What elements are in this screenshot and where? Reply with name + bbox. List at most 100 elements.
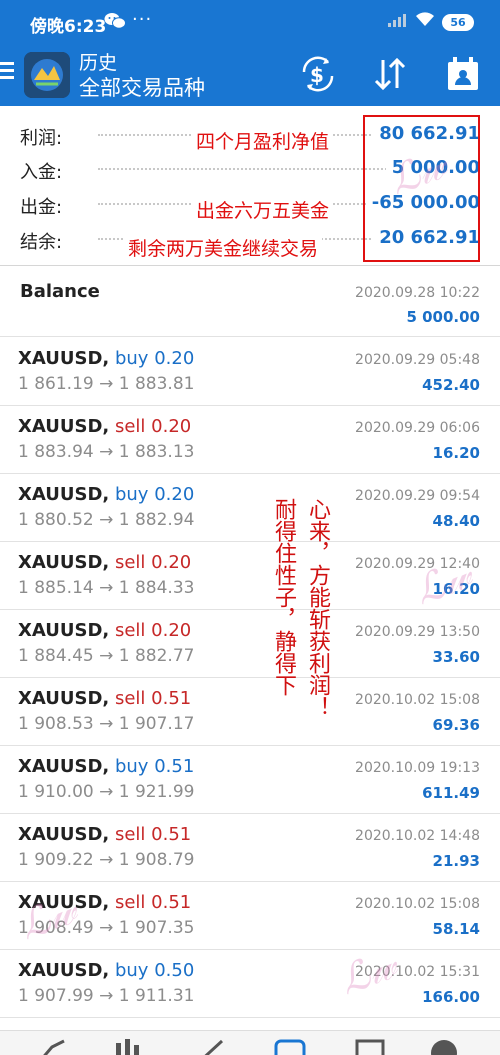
divider [98, 168, 398, 170]
deal-time: 2020.09.29 13:50 [355, 624, 480, 640]
deal-time: 2020.10.09 19:13 [355, 760, 480, 776]
deal-row[interactable]: XAUUSD, buy 0.51 1 910.00 → 1 921.99 2020.… [0, 746, 500, 814]
deal-time: 2020.09.29 05:48 [355, 352, 480, 368]
deal-row[interactable]: XAUUSD, buy 0.20 1 880.52 → 1 882.94 2020.… [0, 474, 500, 542]
deal-prices: 1 885.14 → 1 884.33 [18, 578, 195, 598]
deal-profit: 48.40 [432, 512, 480, 530]
deal-profit: 611.49 [422, 784, 480, 802]
page-title: 历史 [79, 52, 118, 74]
wechat-icon [104, 12, 126, 34]
deal-direction: sell [114, 416, 146, 437]
deal-time: 2020.09.29 09:54 [355, 488, 480, 504]
deal-header: XAUUSD, sell 0.51 [18, 824, 191, 845]
deal-time: 2020.10.02 14:48 [355, 828, 480, 844]
deal-row[interactable]: XAUUSD, sell 0.20 1 884.45 → 1 882.77 2020… [0, 610, 500, 678]
profit-annotation: 四个月盈利净值 [192, 127, 334, 154]
battery-indicator: 56 [442, 14, 474, 31]
trade-icon[interactable] [192, 1037, 228, 1055]
deal-header: XAUUSD, buy 0.51 [18, 756, 194, 777]
sort-icon[interactable] [370, 54, 410, 94]
more-notifications: ··· [132, 9, 153, 30]
chat-icon[interactable] [426, 1037, 462, 1055]
app-bar: 历史 全部交易品种 $ [0, 44, 500, 106]
deal-direction: sell [114, 892, 146, 913]
metatrader-logo [24, 52, 70, 98]
deal-header: XAUUSD, sell 0.20 [18, 416, 191, 437]
balance-annotation: 剩余两万美金继续交易 [124, 234, 323, 261]
deal-row[interactable]: XAUUSD, buy 0.20 1 861.19 → 1 883.81 2020.… [0, 338, 500, 406]
balance-label: Balance [20, 281, 100, 302]
deal-row[interactable]: XAUUSD, sell 0.20 1 883.94 → 1 883.13 2020… [0, 406, 500, 474]
deal-profit: 69.36 [432, 716, 480, 734]
status-bar: 傍晚6:23 ··· 56 [0, 0, 500, 44]
deal-prices: 1 883.94 → 1 883.13 [18, 442, 195, 462]
summary-label: 利润: [20, 128, 63, 149]
deal-time: 2020.10.02 15:08 [355, 692, 480, 708]
deal-prices: 1 861.19 → 1 883.81 [18, 374, 195, 394]
deal-profit: 33.60 [432, 648, 480, 666]
deal-time: 2020.09.29 06:06 [355, 420, 480, 436]
deal-volume: 0.51 [154, 756, 195, 777]
deal-direction: buy [114, 484, 149, 505]
deal-row[interactable]: XAUUSD, sell 0.51 1 908.53 → 1 907.17 2020… [0, 678, 500, 746]
currency-exchange-icon[interactable]: $ [298, 54, 338, 94]
deal-prices: 1 884.45 → 1 882.77 [18, 646, 195, 666]
deal-time: 2020.09.28 10:22 [355, 285, 480, 301]
deal-profit: 452.40 [422, 376, 480, 394]
news-icon[interactable] [352, 1037, 388, 1055]
balance-row[interactable]: Balance 2020.09.28 10:22 5 000.00 [0, 267, 500, 337]
deal-prices: 1 880.52 → 1 882.94 [18, 510, 195, 530]
deal-header: XAUUSD, buy 0.20 [18, 484, 194, 505]
deal-direction: buy [114, 756, 149, 777]
status-time: 傍晚6:23 [30, 17, 107, 37]
deal-symbol: XAUUSD, [18, 416, 110, 437]
deal-row[interactable]: XAUUSD, buy 0.50 1 907.99 → 1 911.31 2020.… [0, 950, 500, 1018]
summary-label: 入金: [20, 162, 63, 183]
history-icon[interactable] [272, 1037, 308, 1055]
deal-direction: buy [114, 960, 149, 981]
deal-header: XAUUSD, buy 0.50 [18, 960, 194, 981]
deal-volume: 0.51 [151, 688, 192, 709]
deal-volume: 0.20 [151, 620, 192, 641]
deal-symbol: XAUUSD, [18, 688, 110, 709]
deal-prices: 1 910.00 → 1 921.99 [18, 782, 195, 802]
deal-profit: 58.14 [432, 920, 480, 938]
deal-header: XAUUSD, sell 0.51 [18, 688, 191, 709]
withdraw-annotation: 出金六万五美金 [192, 196, 334, 223]
symbol-filter[interactable]: 全部交易品种 [79, 72, 205, 102]
deal-row[interactable]: XAUUSD, sell 0.51 1 909.22 → 1 908.79 2020… [0, 814, 500, 882]
deal-time: 2020.10.02 15:08 [355, 896, 480, 912]
deal-prices: 1 909.22 → 1 908.79 [18, 850, 195, 870]
bottom-nav [0, 1030, 500, 1055]
deal-symbol: XAUUSD, [18, 824, 110, 845]
menu-icon[interactable] [0, 58, 16, 88]
deal-volume: 0.50 [154, 960, 195, 981]
signal-icon [388, 13, 408, 31]
deal-direction: sell [114, 620, 146, 641]
deal-symbol: XAUUSD, [18, 348, 110, 369]
summary-label: 出金: [20, 197, 63, 218]
deal-symbol: XAUUSD, [18, 552, 110, 573]
summary-label: 结余: [20, 232, 63, 253]
deal-prices: 1 908.53 → 1 907.17 [18, 714, 195, 734]
vertical-annotation-left: 耐得住性子，静得下 [271, 498, 296, 696]
wifi-icon [414, 10, 436, 32]
deal-profit: 16.20 [432, 444, 480, 462]
deal-header: XAUUSD, sell 0.20 [18, 552, 191, 573]
vertical-annotation-right: 心来，方能斩获利润！ [305, 498, 330, 718]
deal-volume: 0.20 [154, 348, 195, 369]
chart-icon[interactable] [110, 1037, 146, 1055]
deal-volume: 0.20 [151, 552, 192, 573]
deal-direction: sell [114, 688, 146, 709]
deal-volume: 0.20 [151, 416, 192, 437]
deal-amount: 5 000.00 [406, 308, 480, 326]
deal-symbol: XAUUSD, [18, 756, 110, 777]
calendar-person-icon[interactable] [443, 54, 483, 94]
deal-prices: 1 907.99 → 1 911.31 [18, 986, 195, 1006]
quotes-icon[interactable] [34, 1037, 70, 1055]
deal-symbol: XAUUSD, [18, 960, 110, 981]
deal-direction: sell [114, 824, 146, 845]
deal-direction: sell [114, 552, 146, 573]
svg-text:$: $ [310, 63, 324, 87]
deal-profit: 21.93 [432, 852, 480, 870]
